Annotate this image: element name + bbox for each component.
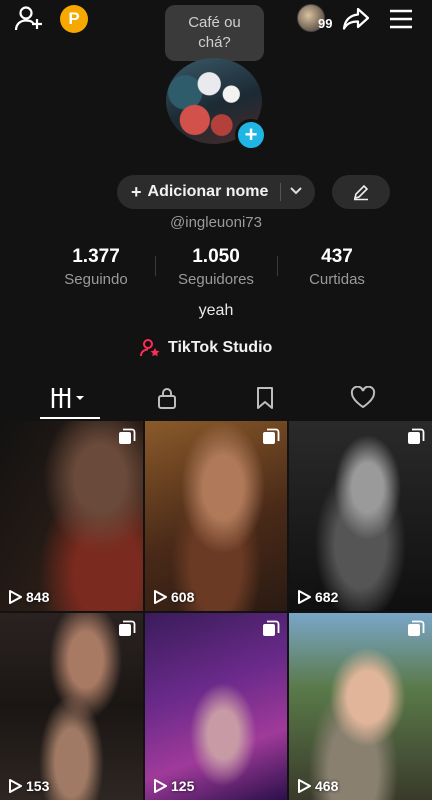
play-icon [9,590,22,604]
bubble-line2: chá? [198,34,231,51]
tiktok-studio-link[interactable]: TikTok Studio [140,337,272,359]
menu-icon[interactable] [386,4,416,34]
view-count: 682 [297,589,338,605]
view-count: 468 [297,778,338,794]
profile-avatar-container: + [166,58,267,151]
add-name-button[interactable]: + Adicionar nome [117,175,315,209]
video-thumbnail[interactable]: 153 [0,613,143,800]
username: @ingleuoni73 [170,214,262,231]
stat-value: 437 [321,246,353,267]
stat-label: Curtidas [309,271,365,288]
stat-label: Seguindo [64,271,128,288]
grid-icon [51,388,84,408]
edit-profile-button[interactable] [332,175,390,209]
tab-videos[interactable] [16,376,124,420]
add-friend-icon[interactable] [14,4,44,34]
lock-icon [158,388,176,409]
multi-photo-icon [119,620,136,636]
divider [280,183,281,201]
story-count: 99 [318,16,333,31]
tab-saved[interactable] [211,376,319,420]
stat-label: Seguidores [178,271,254,288]
bubble-line1: Café ou [188,14,241,31]
play-icon [154,779,167,793]
multi-photo-icon [263,620,280,636]
tab-liked[interactable] [309,376,417,420]
share-icon[interactable] [341,4,371,34]
stat-likes[interactable]: 437 Curtidas [277,246,397,288]
play-icon [154,590,167,604]
status-bubble[interactable]: Café ou chá? [165,5,264,61]
bookmark-icon [257,387,273,409]
view-count: 608 [153,589,194,605]
multi-photo-icon [263,428,280,444]
stats-row: 1.377 Seguindo 1.050 Seguidores 437 Curt… [0,246,432,292]
stat-following[interactable]: 1.377 Seguindo [36,246,156,288]
studio-person-icon [140,339,160,357]
video-thumbnail[interactable]: 682 [289,421,432,611]
active-tab-indicator [40,417,100,419]
view-count: 848 [8,589,49,605]
video-thumbnail[interactable]: 468 [289,613,432,800]
add-name-label: Adicionar nome [147,183,269,200]
plus-icon: + [131,181,142,202]
view-count: 125 [153,778,194,794]
coin-icon[interactable]: P [60,5,88,33]
pencil-icon [353,184,369,201]
video-grid: 848 608 682 153 125 468 [0,421,432,800]
multi-photo-icon [119,428,136,444]
bio: yeah [198,302,234,319]
chevron-down-icon[interactable] [288,183,304,199]
stat-followers[interactable]: 1.050 Seguidores [156,246,276,288]
studio-label: TikTok Studio [168,339,273,356]
play-icon [298,590,311,604]
stat-value: 1.377 [72,246,120,267]
video-thumbnail[interactable]: 125 [145,613,287,800]
heart-icon [350,386,376,409]
profile-tabs [0,376,432,420]
play-icon [9,779,22,793]
multi-photo-icon [408,620,425,636]
play-icon [298,779,311,793]
stat-value: 1.050 [192,246,240,267]
add-avatar-plus-icon[interactable]: + [235,119,267,151]
video-thumbnail[interactable]: 848 [0,421,143,611]
tab-private[interactable] [113,376,221,420]
video-thumbnail[interactable]: 608 [145,421,287,611]
multi-photo-icon [408,428,425,444]
view-count: 153 [8,778,49,794]
